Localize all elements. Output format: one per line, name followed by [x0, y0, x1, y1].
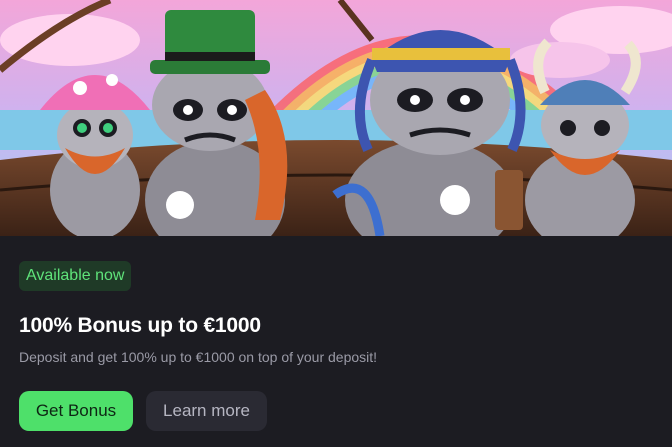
offer-description: Deposit and get 100% up to €1000 on top … — [19, 349, 378, 365]
offer-details: Available now 100% Bonus up to €1000 Dep… — [0, 236, 672, 447]
learn-more-button[interactable]: Learn more — [146, 391, 267, 431]
offer-title: 100% Bonus up to €1000 — [19, 314, 261, 337]
get-bonus-button[interactable]: Get Bonus — [19, 391, 133, 431]
bonus-card: Available now 100% Bonus up to €1000 Dep… — [0, 0, 672, 447]
availability-badge: Available now — [19, 261, 132, 291]
promo-banner-image — [0, 0, 672, 236]
